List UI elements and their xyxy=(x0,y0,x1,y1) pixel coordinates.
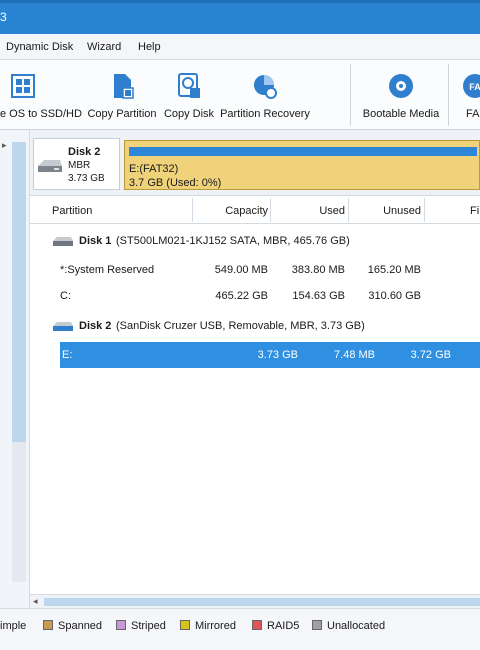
partition-block-e[interactable]: E:(FAT32) 3.7 GB (Used: 0%) xyxy=(124,140,480,190)
copy-disk-icon xyxy=(178,73,200,98)
partition-recovery-label: Partition Recovery xyxy=(220,108,310,120)
left-action-panel: ▸ xyxy=(0,130,30,608)
copy-partition-label: Copy Partition xyxy=(87,108,157,120)
disk-row-2[interactable]: Disk 2 (SanDisk Cruzer USB, Removable, M… xyxy=(30,315,480,337)
menu-help[interactable]: Help xyxy=(138,41,161,53)
scroll-left-icon[interactable]: ◂ xyxy=(33,596,38,607)
partition-name: E: xyxy=(62,349,73,361)
usb-disk-icon xyxy=(53,322,73,331)
copy-disk-label: Copy Disk xyxy=(163,108,215,120)
migrate-os-label: e OS to SSD/HD xyxy=(0,108,82,120)
partition-name: C: xyxy=(60,290,71,302)
disk-row-1[interactable]: Disk 1 (ST500LM021-1KJ152 SATA, MBR, 465… xyxy=(30,230,480,252)
disk-map-type: MBR xyxy=(68,160,91,171)
title-edge xyxy=(0,0,480,3)
col-divider[interactable] xyxy=(424,198,425,222)
copy-partition-button[interactable]: Copy Partition xyxy=(86,60,158,130)
legend-simple: imple xyxy=(0,620,26,632)
legend-spanned: Spanned xyxy=(43,620,102,632)
legend-unallocated-label: Unallocated xyxy=(327,620,386,632)
raid5-swatch xyxy=(252,620,262,630)
usb-disk-icon xyxy=(38,160,62,172)
legend-raid5-label: RAID5 xyxy=(267,620,300,632)
col-filesystem[interactable]: Fi xyxy=(470,205,479,217)
mirrored-swatch xyxy=(180,620,190,630)
fat-convert-label: FA xyxy=(466,108,480,120)
partition-capacity: 465.22 GB xyxy=(215,290,268,302)
fat-icon: FA xyxy=(463,74,480,98)
migrate-os-button[interactable]: e OS to SSD/HD xyxy=(0,60,82,130)
partition-capacity: 3.73 GB xyxy=(257,349,298,361)
legend-mirrored: Mirrored xyxy=(180,620,236,632)
legend-raid5: RAID5 xyxy=(252,620,299,632)
partition-name: *:System Reserved xyxy=(60,264,155,276)
bootable-media-label: Bootable Media xyxy=(362,108,440,120)
disk-map-name: Disk 2 xyxy=(68,146,101,158)
bootable-media-button[interactable]: Bootable Media xyxy=(356,60,446,130)
disk-map-card[interactable]: Disk 2 MBR 3.73 GB xyxy=(33,138,120,190)
disk-row-name: Disk 2 xyxy=(79,320,112,332)
table-header: Partition Capacity Used Unused Fi xyxy=(30,196,480,224)
legend-striped-label: Striped xyxy=(131,620,166,632)
partition-block-name: E:(FAT32) xyxy=(129,163,179,175)
col-divider[interactable] xyxy=(270,198,271,222)
partition-capacity: 549.00 MB xyxy=(214,264,268,276)
copy-partition-icon xyxy=(114,74,134,99)
legend-simple-label: imple xyxy=(0,620,27,632)
partition-recovery-button[interactable]: Partition Recovery xyxy=(219,60,311,130)
migrate-os-icon xyxy=(11,74,35,98)
partition-block-info: 3.7 GB (Used: 0%) xyxy=(129,177,222,189)
fat-convert-button[interactable]: FA FA xyxy=(452,60,480,130)
disk-row-desc: (ST500LM021-1KJ152 SATA, MBR, 465.76 GB) xyxy=(116,235,350,247)
partition-unused: 310.60 GB xyxy=(368,290,421,302)
left-panel-scroll-thumb[interactable] xyxy=(12,142,26,442)
disk-row-name: Disk 1 xyxy=(79,235,112,247)
partition-unused: 165.20 MB xyxy=(367,264,421,276)
copy-disk-button[interactable]: Copy Disk xyxy=(161,60,217,130)
toolbar-separator-2 xyxy=(448,64,449,126)
col-divider[interactable] xyxy=(348,198,349,222)
striped-swatch xyxy=(116,620,126,630)
menu-wizard[interactable]: Wizard xyxy=(87,41,121,53)
col-used[interactable]: Used xyxy=(319,205,345,217)
window-title: 3 xyxy=(0,10,7,24)
legend-spanned-label: Spanned xyxy=(58,620,103,632)
disk-map-size: 3.73 GB xyxy=(68,173,105,184)
table-row[interactable]: C: 465.22 GB 154.63 GB 310.60 GB xyxy=(30,283,480,309)
col-capacity[interactable]: Capacity xyxy=(225,205,268,217)
unallocated-swatch xyxy=(312,620,322,630)
partition-unused: 3.72 GB xyxy=(410,349,451,361)
horizontal-scroll-thumb[interactable] xyxy=(44,598,480,606)
partition-used: 383.80 MB xyxy=(291,264,345,276)
menu-bar: Dynamic Disk Wizard Help xyxy=(0,34,480,60)
legend-bar: imple Spanned Striped Mirrored RAID5 Una… xyxy=(0,608,480,650)
disk-map: Disk 2 MBR 3.73 GB E:(FAT32) 3.7 GB (Use… xyxy=(30,130,480,196)
legend-unallocated: Unallocated xyxy=(312,620,385,632)
col-divider[interactable] xyxy=(192,198,193,222)
partition-used: 7.48 MB xyxy=(334,349,375,361)
col-unused[interactable]: Unused xyxy=(383,205,421,217)
horizontal-scrollbar[interactable]: ◂ xyxy=(30,594,480,608)
disk-row-desc: (SanDisk Cruzer USB, Removable, MBR, 3.7… xyxy=(116,320,365,332)
table-row-selected[interactable]: E: 3.73 GB 7.48 MB 3.72 GB xyxy=(60,342,480,368)
table-row[interactable]: *:System Reserved 549.00 MB 383.80 MB 16… xyxy=(30,257,480,283)
legend-striped: Striped xyxy=(116,620,166,632)
title-bar: 3 xyxy=(0,0,480,34)
toolbar: e OS to SSD/HD Copy Partition Copy Disk … xyxy=(0,60,480,130)
spanned-swatch xyxy=(43,620,53,630)
partition-recovery-icon xyxy=(254,75,277,99)
partition-table: Partition Capacity Used Unused Fi Disk 1… xyxy=(30,196,480,594)
hard-disk-icon xyxy=(53,237,73,246)
legend-mirrored-label: Mirrored xyxy=(195,620,236,632)
bootable-media-icon xyxy=(389,74,413,98)
toolbar-separator xyxy=(350,64,351,126)
col-partition[interactable]: Partition xyxy=(52,205,92,217)
partition-used: 154.63 GB xyxy=(292,290,345,302)
partition-usage-bar xyxy=(129,147,477,156)
menu-dynamic-disk[interactable]: Dynamic Disk xyxy=(6,41,73,53)
collapse-arrow-icon[interactable]: ▸ xyxy=(2,140,7,151)
svg-text:FA: FA xyxy=(469,82,480,92)
